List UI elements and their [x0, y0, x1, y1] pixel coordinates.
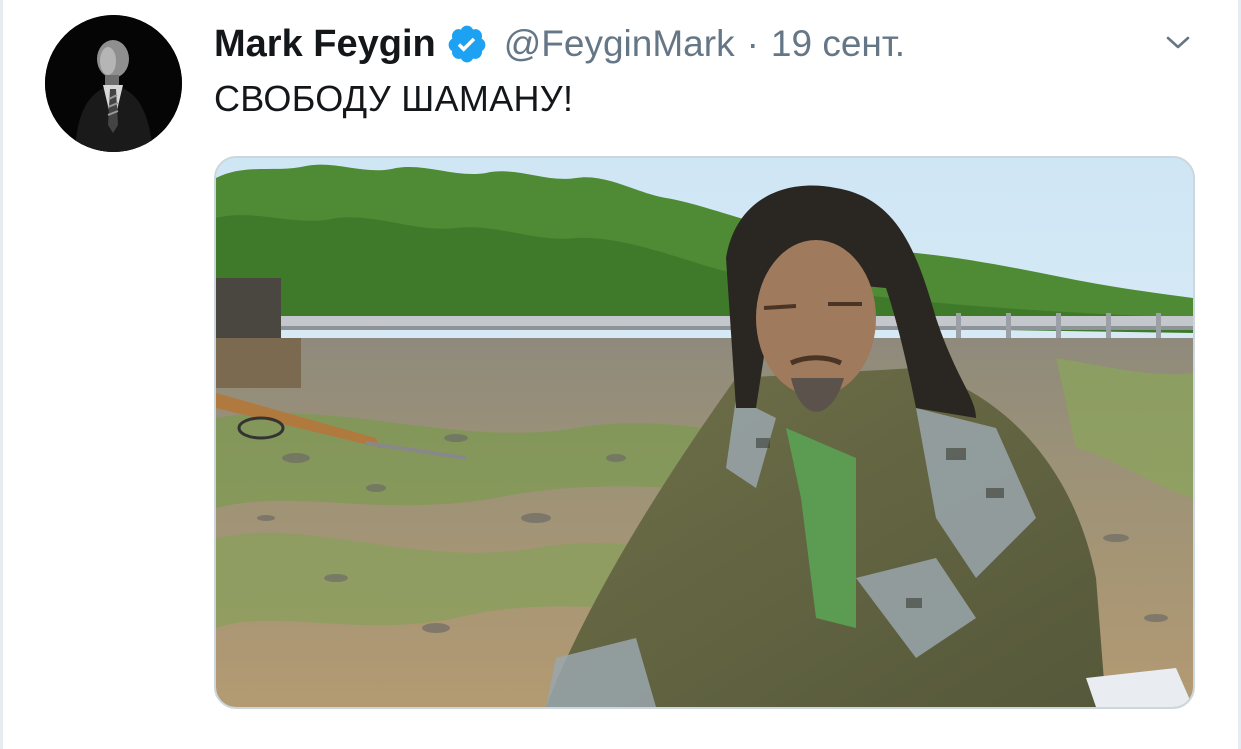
- author-avatar[interactable]: [45, 15, 182, 152]
- tweet-media-photo[interactable]: [214, 156, 1195, 709]
- author-handle[interactable]: @FeyginMark: [504, 23, 735, 65]
- tweet-timestamp[interactable]: 19 сент.: [771, 23, 905, 65]
- timeline-border-left: [0, 0, 3, 749]
- tweet-text: СВОБОДУ ШАМАНУ!: [214, 78, 574, 119]
- chevron-down-icon[interactable]: [1156, 28, 1200, 58]
- tweet-card[interactable]: Mark Feygin @FeyginMark · 19 сент. СВОБО…: [0, 0, 1241, 749]
- photo-image: [216, 158, 1193, 707]
- verified-badge-icon: [446, 23, 488, 65]
- author-display-name[interactable]: Mark Feygin: [214, 23, 436, 66]
- header-separator: ·: [746, 23, 759, 64]
- avatar-photo: [45, 15, 182, 152]
- tweet-header: Mark Feygin @FeyginMark · 19 сент.: [214, 16, 905, 72]
